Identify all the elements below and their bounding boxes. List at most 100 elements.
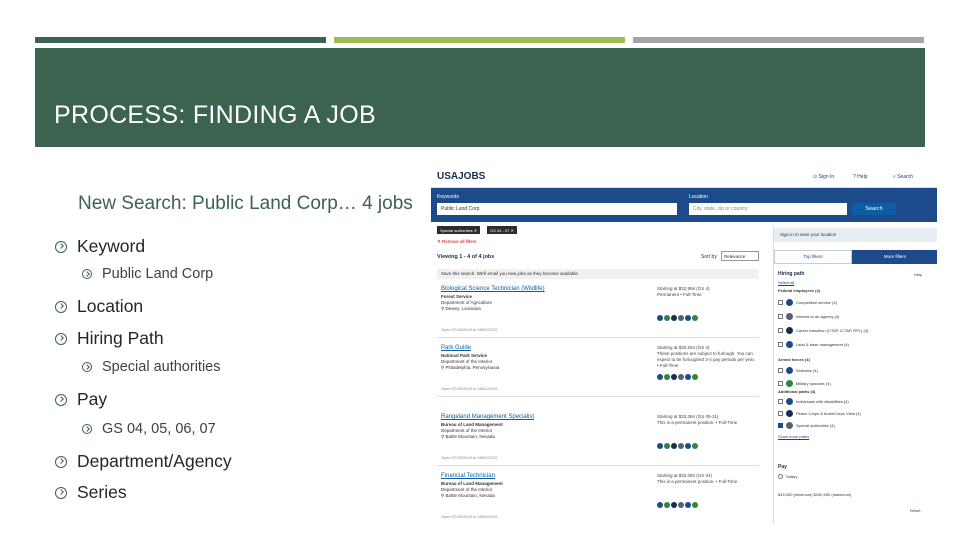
job-card: Financial Technician Bureau of Land Manag… <box>437 469 759 524</box>
hiring-path-icon <box>786 398 793 405</box>
hiring-path-icon <box>685 443 691 449</box>
hiring-path-icon <box>671 502 677 508</box>
check-bullet-icon <box>82 424 92 434</box>
filter-chip[interactable]: Special authorities ✕ <box>437 226 481 234</box>
search-button[interactable]: Search <box>852 203 896 215</box>
hiring-path-icon <box>786 410 793 417</box>
hiring-path-icons <box>657 502 699 510</box>
job-details: Bureau of Land Management Department of t… <box>441 481 503 498</box>
job-details: Forest Service Department of Agriculture ⚲… <box>441 294 493 311</box>
keywords-input[interactable]: Public Land Corp <box>437 203 677 215</box>
filter-checkbox-row[interactable]: Special authorities (4) <box>778 422 835 429</box>
filter-chip[interactable]: GS 04 - 07 ✕ <box>487 226 517 234</box>
job-open-dates: Open 07/26/2019 to 08/05/2019 <box>441 514 498 519</box>
hiring-path-icon <box>786 341 793 348</box>
hiring-path-icon <box>685 374 691 380</box>
nav-help[interactable]: ? Help <box>853 174 867 180</box>
radio-icon <box>778 474 783 479</box>
hiring-path-icon <box>671 374 677 380</box>
job-type: This is a permanent position. • Full-Tim… <box>657 479 738 484</box>
filter-checkbox-row[interactable]: Competitive service (4) <box>778 299 837 306</box>
remove-all-filters-link[interactable]: ✕ Remove all filters <box>437 239 477 245</box>
job-open-dates: Open 07/25/2019 to 08/02/2019 <box>441 455 498 460</box>
hiring-path-icon <box>678 315 684 321</box>
hiring-path-icon <box>786 299 793 306</box>
hiring-path-icon <box>692 315 698 321</box>
filter-label: Internal to an agency (4) <box>796 314 840 319</box>
check-bullet-icon <box>82 362 92 372</box>
check-bullet-icon <box>55 300 67 313</box>
bullet-text: Public Land Corp <box>102 266 214 282</box>
filter-checkbox-row[interactable]: Peace Corps & AmeriCorps Vista (4) <box>778 410 861 417</box>
filter-label: Peace Corps & AmeriCorps Vista (4) <box>796 411 861 416</box>
check-bullet-icon <box>82 269 92 279</box>
filter-checkbox-row[interactable]: Internal to an agency (4) <box>778 313 839 320</box>
check-bullet-icon <box>55 455 67 468</box>
sort-select[interactable]: Relevance <box>721 251 759 261</box>
job-pay-info: Starting at $32,956 (GS 4) Permanent • Fu… <box>657 286 757 298</box>
job-card: Rangeland Management Specialist Bureau of… <box>437 410 759 466</box>
job-title-link[interactable]: Biological Science Technician (Wildlife) <box>441 286 545 292</box>
filter-checkbox-row[interactable]: Individuals with disabilities (4) <box>778 398 849 405</box>
hiring-path-icon <box>671 443 677 449</box>
bullet-text: Series <box>77 482 127 502</box>
bullet-text: Location <box>77 296 144 316</box>
location-label: Location <box>689 194 708 200</box>
checkbox-icon[interactable] <box>778 300 783 305</box>
check-bullet-icon <box>55 393 67 406</box>
tab-top-filters[interactable]: Top filters <box>774 250 852 264</box>
location-input[interactable]: City, state, zip or country <box>689 203 847 215</box>
filter-checkbox-row[interactable]: Veterans (4) <box>778 367 818 374</box>
filter-checkbox-row[interactable]: Military spouses (4) <box>778 380 831 387</box>
bullet-item: Keyword <box>55 236 145 257</box>
checkbox-icon[interactable] <box>778 342 783 347</box>
job-type: Permanent • Full-Time <box>657 292 702 297</box>
checkbox-icon[interactable] <box>778 411 783 416</box>
job-pay: Starting at $30,594 (GS 4) <box>657 345 710 350</box>
hiring-path-icon <box>692 374 698 380</box>
bullet-text: GS 04, 05, 06, 07 <box>102 421 216 437</box>
checkbox-icon[interactable] <box>778 328 783 333</box>
nav-sign-in[interactable]: ⊙ Sign In <box>813 174 834 180</box>
keywords-label: Keywords <box>437 194 459 200</box>
checkbox-icon[interactable] <box>778 381 783 386</box>
filter-checkbox-row[interactable]: Career transition (CTAP, ICTAP, RPL) (4) <box>778 327 868 334</box>
show-more-paths-link[interactable]: Show more paths <box>778 434 809 439</box>
hiring-path-icon <box>678 443 684 449</box>
slide-subtitle: New Search: Public Land Corp… 4 jobs <box>78 193 413 214</box>
signin-location-bar[interactable]: Sign in to save your location <box>774 228 937 242</box>
hiring-path-icon <box>657 502 663 508</box>
checkbox-icon[interactable] <box>778 423 783 428</box>
salary-radio[interactable]: Salary <box>778 474 797 479</box>
bullet-text: Pay <box>77 389 108 409</box>
select-all-link[interactable]: Select all <box>778 280 794 285</box>
help-link[interactable]: Help <box>914 272 922 277</box>
nav-search[interactable]: ⌕ Search <box>893 174 913 180</box>
tab-more-filters[interactable]: More filters <box>852 250 937 264</box>
bullet-item: Special authorities <box>82 359 221 375</box>
job-open-dates: Open 07/26/2019 to 08/01/2019 <box>441 386 498 391</box>
hiring-path-icon <box>664 443 670 449</box>
reset-link[interactable]: Reset <box>910 508 920 513</box>
job-location: Philadelphia, Pennsylvania <box>445 365 500 370</box>
usajobs-logo[interactable]: USAJOBS <box>437 171 485 182</box>
hiring-path-icon <box>685 502 691 508</box>
job-open-dates: Open 07/26/2019 to 08/02/2019 <box>441 327 498 332</box>
hiring-path-icon <box>786 327 793 334</box>
bullet-item: Hiring Path <box>55 328 164 349</box>
bullet-text: Department/Agency <box>77 451 232 471</box>
checkbox-icon[interactable] <box>778 314 783 319</box>
save-search-banner[interactable]: Save this search. We'll email you new jo… <box>437 269 759 279</box>
job-title-link[interactable]: Rangeland Management Specialist <box>441 414 534 420</box>
job-title-link[interactable]: Park Guide <box>441 345 471 351</box>
filter-checkbox-row[interactable]: Land & base management (4) <box>778 341 849 348</box>
usajobs-header: USAJOBS ⊙ Sign In ? Help ⌕ Search <box>431 166 937 188</box>
checkbox-icon[interactable] <box>778 399 783 404</box>
hiring-path-icon <box>664 502 670 508</box>
hiring-path-icon <box>664 374 670 380</box>
armed-forces-heading: Armed forces (4) <box>778 357 810 362</box>
job-pay: Starting at $32,956 (GS 4) <box>657 286 710 291</box>
hiring-path-icon <box>664 315 670 321</box>
job-title-link[interactable]: Financial Technician <box>441 473 495 479</box>
checkbox-icon[interactable] <box>778 368 783 373</box>
